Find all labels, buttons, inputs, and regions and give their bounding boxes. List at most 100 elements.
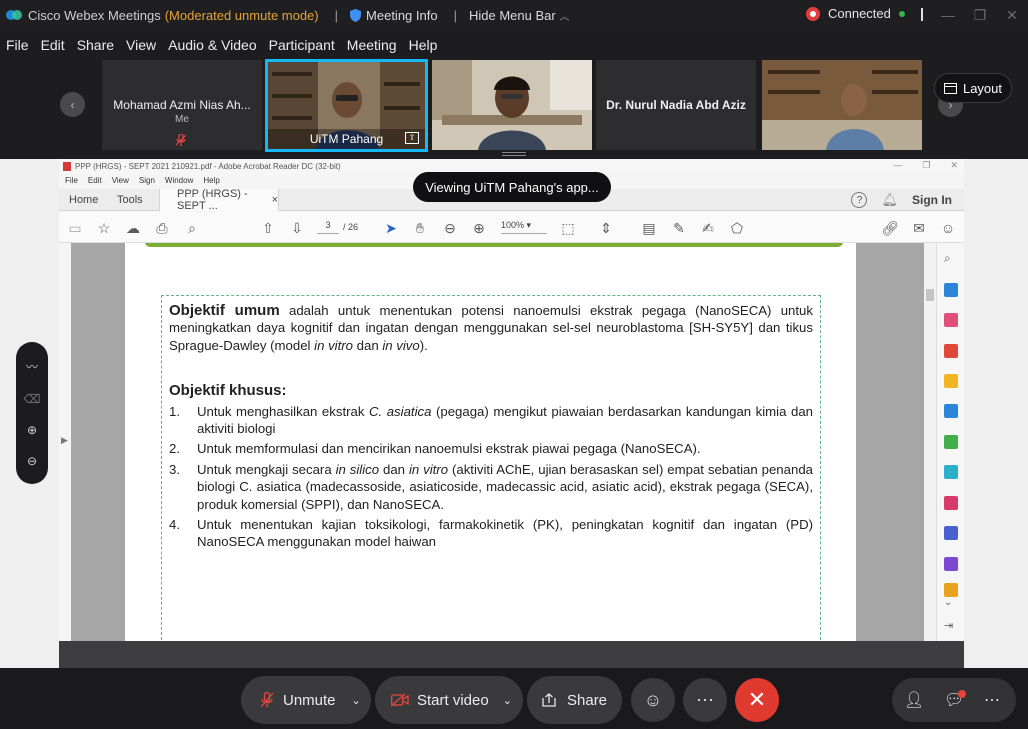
in-vitro-text: in vitro bbox=[314, 337, 353, 353]
general-objective-paragraph: Objektif umum adalah untuk menentukan po… bbox=[169, 302, 813, 354]
chevron-down-icon[interactable]: ⌄ bbox=[352, 694, 361, 707]
search-icon[interactable]: ⌕ bbox=[183, 219, 201, 237]
zoom-out-icon[interactable]: ⊖ bbox=[441, 219, 459, 237]
organize-pages-icon[interactable] bbox=[944, 313, 958, 327]
expand-panel-icon[interactable]: ⇥ bbox=[944, 619, 958, 633]
email-icon[interactable]: ✉ bbox=[910, 219, 928, 237]
highlight-pen-icon[interactable]: ✎ bbox=[670, 219, 688, 237]
unmute-button[interactable]: Unmute ⌄ bbox=[241, 676, 371, 724]
chevron-down-icon[interactable]: ⌄ bbox=[503, 694, 512, 707]
participant-tile-me[interactable]: Mohamad Azmi Nias Ah... Me bbox=[102, 60, 262, 150]
menu-share[interactable]: Share bbox=[77, 37, 114, 53]
acrobat-menu-help[interactable]: Help bbox=[203, 176, 219, 185]
zoom-in-icon[interactable]: ⊕ bbox=[27, 423, 37, 437]
protect-icon[interactable] bbox=[944, 526, 958, 540]
bookmark-star-icon[interactable]: ☆ bbox=[95, 219, 113, 237]
participants-icon[interactable]: 👤︎ bbox=[904, 690, 924, 710]
scroll-mode-icon[interactable]: ⇕ bbox=[597, 219, 615, 237]
draw-icon[interactable]: ✍︎ bbox=[699, 219, 717, 237]
collapse-left-icon[interactable]: ▶ bbox=[61, 435, 68, 446]
sign-in-button[interactable]: Sign In bbox=[912, 193, 952, 207]
edit-pdf-icon[interactable] bbox=[944, 435, 958, 449]
acrobat-menu-sign[interactable]: Sign bbox=[139, 176, 155, 185]
fit-page-icon[interactable]: ⬚ bbox=[559, 219, 577, 237]
tab-document[interactable]: PPP (HRGS) - SEPT ... × bbox=[159, 188, 279, 212]
zoom-select[interactable]: 100% ▾ bbox=[501, 220, 547, 234]
vertical-scrollbar[interactable] bbox=[924, 243, 936, 641]
menu-participant[interactable]: Participant bbox=[269, 37, 335, 53]
participant-tile-uitm[interactable]: UiTM Pahang ⇧ bbox=[265, 59, 428, 152]
request-signature-icon[interactable] bbox=[944, 557, 958, 571]
annotate-pen-icon[interactable]: 〰 bbox=[26, 358, 38, 375]
list-number: 1. bbox=[169, 403, 180, 419]
more-options-button[interactable]: ⋯ bbox=[683, 678, 727, 722]
page-number-input[interactable]: 3 bbox=[317, 220, 339, 234]
select-cursor-icon[interactable]: ➤ bbox=[382, 219, 400, 237]
create-pdf-icon[interactable] bbox=[944, 344, 958, 358]
chevron-down-icon[interactable]: ⌄ bbox=[944, 597, 958, 611]
menu-audio-video[interactable]: Audio & Video bbox=[168, 37, 256, 53]
zoom-in-icon[interactable]: ⊕ bbox=[470, 219, 488, 237]
page-up-icon[interactable]: ⇧ bbox=[259, 219, 277, 237]
menu-view[interactable]: View bbox=[126, 37, 156, 53]
share-button[interactable]: Share bbox=[527, 676, 622, 724]
fill-sign-icon[interactable] bbox=[944, 496, 958, 510]
scan-ocr-icon[interactable] bbox=[944, 465, 958, 479]
print-icon[interactable]: ⎙ bbox=[153, 219, 171, 237]
comment-tool-icon[interactable] bbox=[944, 374, 958, 388]
acrobat-menu-window[interactable]: Window bbox=[165, 176, 193, 185]
zoom-out-icon[interactable]: ⊖ bbox=[27, 454, 37, 468]
connection-status[interactable]: Connected bbox=[806, 6, 905, 21]
minimize-icon[interactable]: — bbox=[932, 4, 964, 26]
layout-button[interactable]: Layout bbox=[934, 73, 1012, 103]
eraser-icon[interactable]: ⌫ bbox=[24, 392, 41, 406]
minimize-icon[interactable]: — bbox=[893, 160, 902, 171]
acrobat-menu-file[interactable]: File bbox=[65, 176, 78, 185]
send-icon[interactable] bbox=[944, 583, 958, 597]
close-icon[interactable]: ✕ bbox=[996, 4, 1028, 26]
combine-files-icon[interactable] bbox=[944, 404, 958, 418]
bell-icon[interactable]: 🔔︎ bbox=[881, 192, 898, 208]
tab-tools[interactable]: Tools bbox=[117, 189, 143, 211]
list-text: Untuk mengkaji secara in silico dan in v… bbox=[197, 461, 813, 513]
more-icon[interactable]: ⋯ bbox=[984, 690, 1000, 710]
menu-file[interactable]: File bbox=[6, 37, 29, 53]
list-item: 4. Untuk menentukan kajian toksikologi, … bbox=[169, 516, 813, 551]
hide-menu-bar-button[interactable]: Hide Menu Bar ︿ bbox=[469, 8, 569, 23]
start-video-button[interactable]: Start video ⌄ bbox=[375, 676, 523, 724]
cloud-upload-icon[interactable]: ☁ bbox=[124, 219, 142, 237]
stamp-icon[interactable]: ⬠ bbox=[728, 219, 746, 237]
acrobat-menu-edit[interactable]: Edit bbox=[88, 176, 102, 185]
meeting-info-label: Meeting Info bbox=[366, 7, 438, 23]
title-separator: | bbox=[334, 7, 339, 23]
restore-icon[interactable]: ❐ bbox=[922, 160, 930, 171]
participant-tile-5[interactable] bbox=[762, 60, 922, 150]
menu-meeting[interactable]: Meeting bbox=[347, 37, 397, 53]
close-icon[interactable]: ✕ bbox=[950, 160, 958, 171]
share-link-icon[interactable]: 🔗︎ bbox=[881, 219, 899, 237]
acrobat-menu-view[interactable]: View bbox=[112, 176, 129, 185]
save-icon[interactable]: ▭ bbox=[66, 219, 84, 237]
page-down-icon[interactable]: ⇩ bbox=[288, 219, 306, 237]
meeting-info-button[interactable]: Meeting Info bbox=[350, 8, 438, 23]
help-icon[interactable]: ? bbox=[851, 192, 868, 208]
hand-tool-icon[interactable]: ✋︎ bbox=[411, 219, 429, 237]
participant-tile-3[interactable] bbox=[432, 60, 592, 150]
end-meeting-button[interactable]: ✕ bbox=[735, 678, 779, 722]
comment-icon[interactable]: ▤ bbox=[640, 219, 658, 237]
strip-resize-handle[interactable] bbox=[502, 152, 526, 156]
general-objective-heading: Objektif umum bbox=[169, 302, 280, 319]
participant-tile-nurul[interactable]: Dr. Nurul Nadia Abd Aziz bbox=[596, 60, 756, 150]
menu-edit[interactable]: Edit bbox=[41, 37, 65, 53]
tab-home[interactable]: Home bbox=[69, 189, 98, 211]
export-pdf-icon[interactable] bbox=[944, 283, 958, 297]
restore-icon[interactable]: ❐ bbox=[964, 4, 996, 26]
zoom-tool-icon[interactable]: ⌕ bbox=[944, 251, 958, 265]
user-icon[interactable]: ☺ bbox=[939, 219, 957, 237]
reactions-button[interactable]: ☺ bbox=[631, 678, 675, 722]
participant-me-label: Me bbox=[175, 114, 189, 125]
strip-prev-button[interactable]: ‹ bbox=[60, 92, 85, 117]
tab-close-icon[interactable]: × bbox=[272, 194, 278, 206]
scrollbar-thumb[interactable] bbox=[926, 289, 934, 301]
menu-help[interactable]: Help bbox=[409, 37, 438, 53]
